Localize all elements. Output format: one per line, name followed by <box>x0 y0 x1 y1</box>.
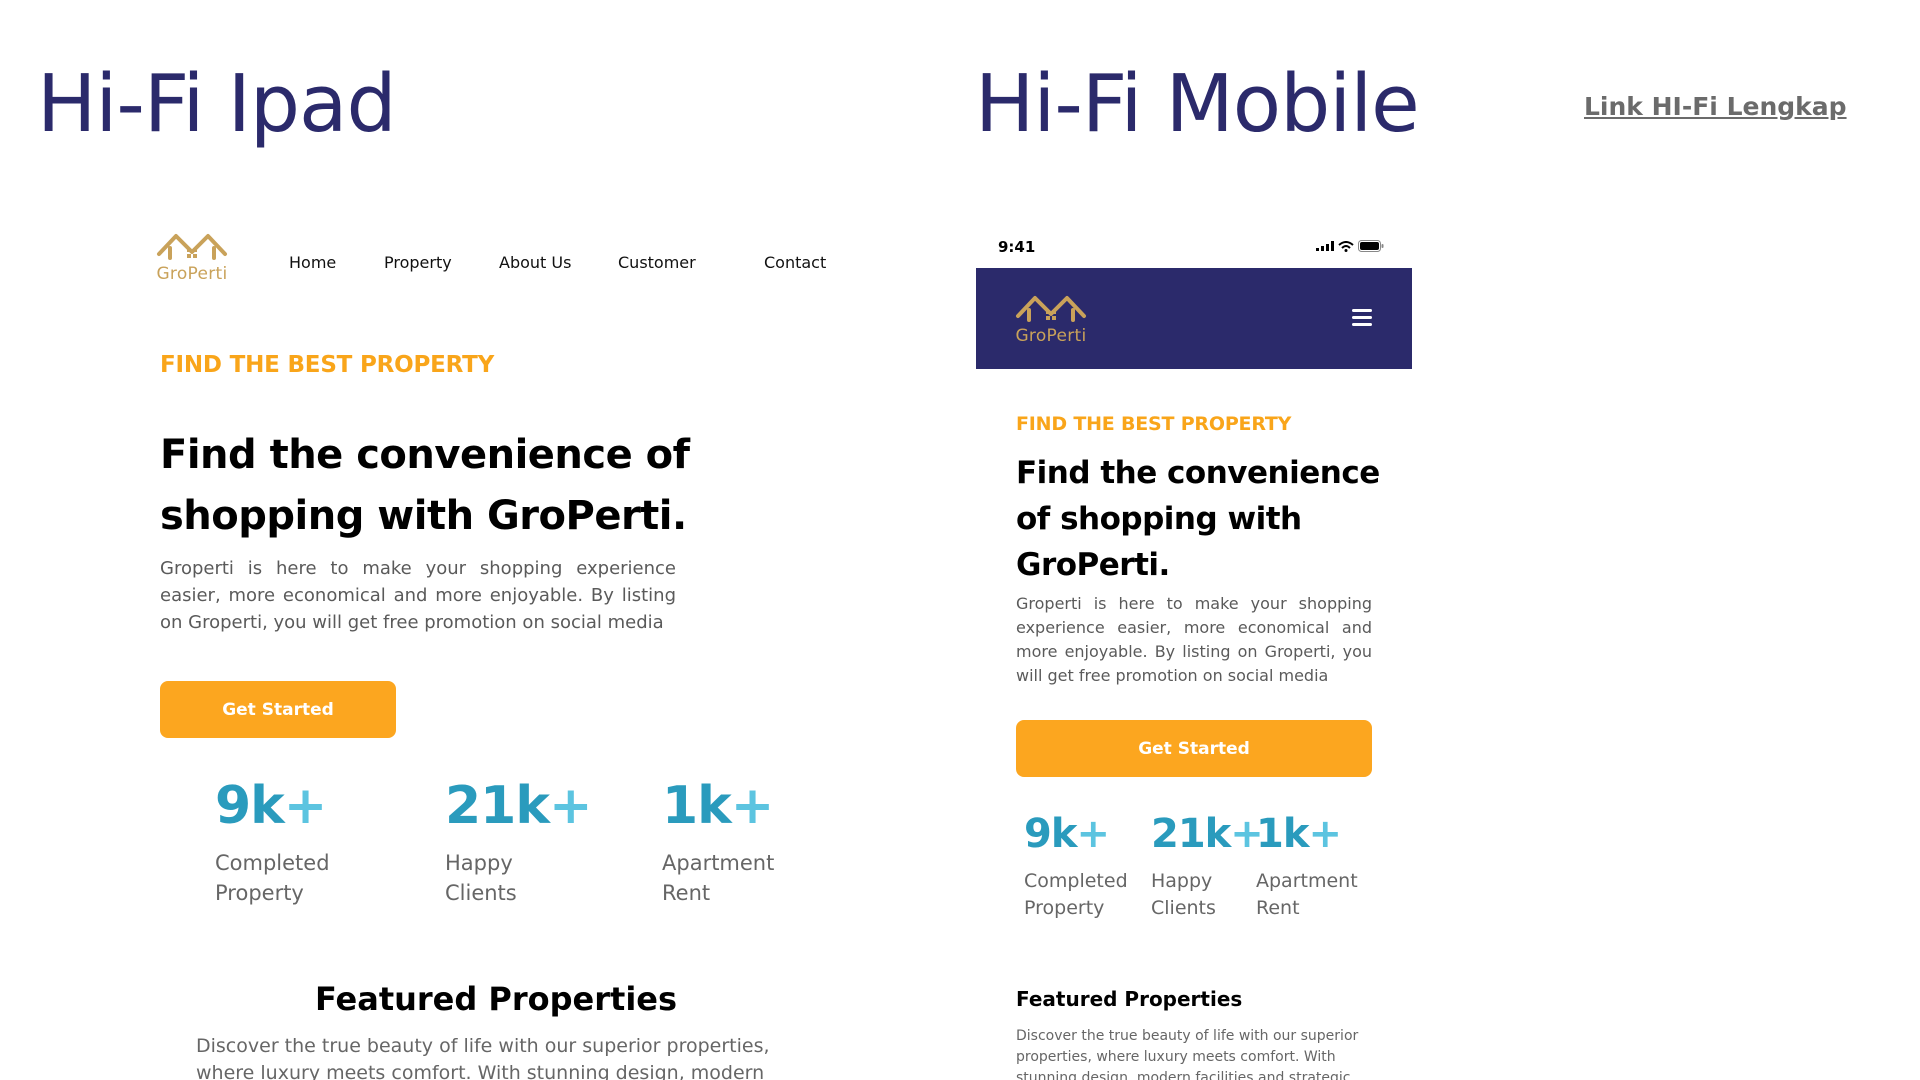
ipad-stat-clients-label: Happy Clients <box>445 851 517 905</box>
nav-about-us[interactable]: About Us <box>499 253 571 272</box>
ipad-get-started-button[interactable]: Get Started <box>160 681 396 738</box>
mobile-get-started-button[interactable]: Get Started <box>1016 720 1372 777</box>
full-hifi-link[interactable]: Link HI-Fi Lengkap <box>1584 92 1847 121</box>
ipad-stat-rent-value: 1k+ <box>662 776 774 836</box>
mobile-logo[interactable]: GroPerti <box>1015 290 1087 346</box>
nav-customer[interactable]: Customer <box>618 253 696 272</box>
mobile-featured-title: Featured Properties <box>1016 987 1243 1011</box>
ipad-hero-description: Groperti is here to make your shopping e… <box>160 558 676 633</box>
hamburger-menu-icon[interactable] <box>1352 309 1372 326</box>
battery-icon <box>1358 240 1384 252</box>
nav-home[interactable]: Home <box>289 253 336 272</box>
house-logo-icon <box>157 234 227 260</box>
ipad-section-title: Hi-Fi Ipad <box>37 58 397 150</box>
mobile-stat-clients-value: 21k+ <box>1151 811 1264 857</box>
mobile-stat-completed-label: Completed Property <box>1024 870 1128 919</box>
mobile-stat-rent-label: Apartment Rent <box>1256 870 1358 919</box>
ipad-featured-title: Featured Properties <box>314 980 678 1018</box>
wifi-icon <box>1338 240 1354 252</box>
mobile-hero-title: Find the convenience of shopping with Gr… <box>1016 455 1380 583</box>
mobile-stat-completed-value: 9k+ <box>1024 811 1110 857</box>
house-logo-icon <box>1016 296 1086 322</box>
ipad-logo[interactable]: GroPerti <box>156 228 228 284</box>
status-bar-time: 9:41 <box>998 238 1036 256</box>
ipad-hero-title: Find the convenience of shopping with Gr… <box>160 432 690 539</box>
ipad-stat-rent-label: Apartment Rent <box>662 851 775 905</box>
logo-text: GroPerti <box>156 264 228 284</box>
nav-contact[interactable]: Contact <box>764 253 826 272</box>
logo-text: GroPerti <box>1015 326 1087 346</box>
ipad-stat-clients-value: 21k+ <box>445 776 593 836</box>
nav-property[interactable]: Property <box>384 253 452 272</box>
ipad-stat-completed-label: Completed Property <box>215 851 330 905</box>
mobile-section-title: Hi-Fi Mobile <box>975 58 1420 150</box>
mobile-hero-description: Groperti is here to make your shopping e… <box>1016 594 1372 685</box>
status-bar-icons <box>1316 240 1384 252</box>
mobile-featured-description: Discover the true beauty of life with ou… <box>1016 1028 1359 1080</box>
ipad-featured-description: Discover the true beauty of life with ou… <box>196 1035 770 1080</box>
ipad-eyebrow: FIND THE BEST PROPERTY <box>160 352 495 378</box>
ipad-stat-completed-value: 9k+ <box>215 776 327 836</box>
signal-icon <box>1316 241 1334 251</box>
mobile-stat-rent-value: 1k+ <box>1256 811 1342 857</box>
mobile-stat-clients-label: Happy Clients <box>1151 870 1216 919</box>
mobile-eyebrow: FIND THE BEST PROPERTY <box>1016 413 1292 435</box>
